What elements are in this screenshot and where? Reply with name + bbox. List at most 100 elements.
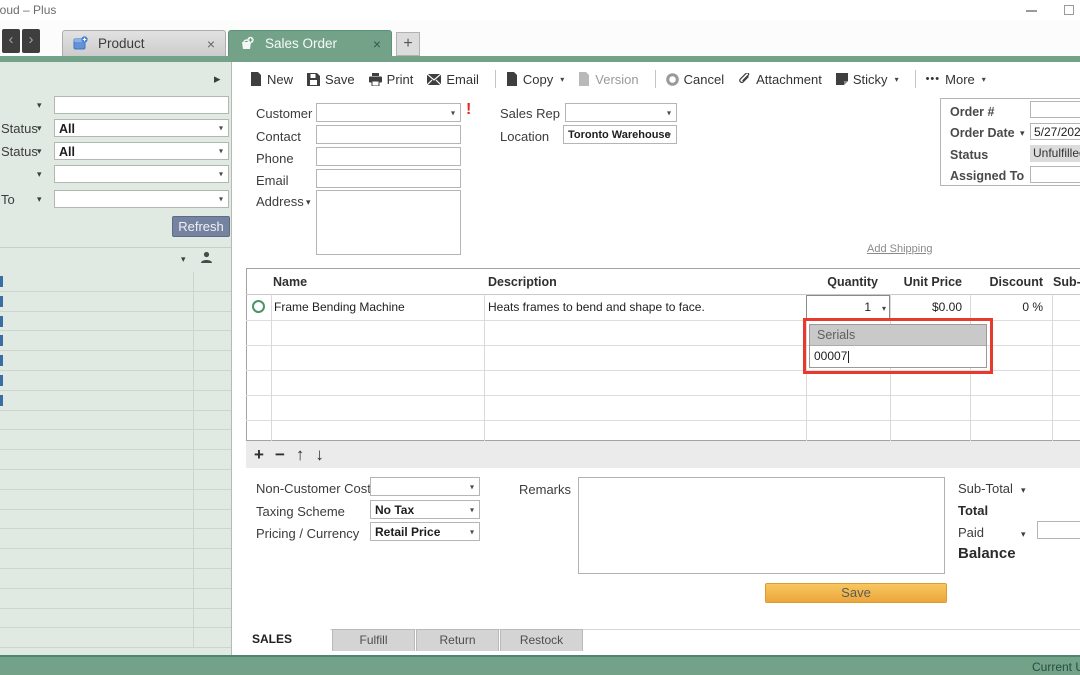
item-unit-price[interactable]: $0.00 — [890, 300, 962, 314]
tab-sales-order-close-icon[interactable]: × — [373, 36, 381, 52]
list-item[interactable] — [0, 371, 231, 391]
filter-assigned-to-select[interactable]: ▾ — [54, 190, 229, 208]
customer-select[interactable]: ▾ — [316, 103, 461, 122]
list-item[interactable] — [0, 411, 231, 431]
list-item[interactable] — [0, 351, 231, 371]
save-order-button[interactable]: Save — [765, 583, 947, 603]
add-shipping-link[interactable]: Add Shipping — [867, 243, 932, 255]
chevron-down-icon: ▾ — [451, 108, 455, 117]
filter-status-select-1[interactable]: All▾ — [54, 119, 229, 137]
tab-return[interactable]: Return — [416, 629, 499, 651]
order-date-arrow[interactable]: ▾ — [1020, 128, 1025, 139]
filter-type-arrow-3[interactable]: ▾ — [37, 146, 42, 157]
filter-type-arrow-2[interactable]: ▾ — [37, 123, 42, 134]
filter-label-to: To — [1, 192, 15, 207]
serial-number-input[interactable]: 00007 — [810, 346, 986, 367]
list-item[interactable] — [0, 569, 231, 589]
list-item[interactable] — [0, 450, 231, 470]
person-icon[interactable] — [200, 251, 213, 264]
list-item[interactable] — [0, 331, 231, 351]
list-item[interactable] — [0, 272, 231, 292]
list-item[interactable] — [0, 490, 231, 510]
filter-type-arrow-1[interactable]: ▾ — [37, 100, 42, 111]
list-item[interactable] — [0, 529, 231, 549]
nav-back-button[interactable]: ‹ — [2, 29, 20, 53]
list-item[interactable] — [0, 549, 231, 569]
tab-product-close-icon[interactable]: × — [207, 36, 215, 52]
tab-product[interactable]: Product × — [62, 30, 226, 56]
move-row-up-button[interactable]: ↑ — [296, 446, 305, 463]
item-discount[interactable]: 0 % — [970, 300, 1043, 314]
version-button[interactable]: Version — [578, 72, 638, 87]
paid-input[interactable] — [1037, 521, 1080, 539]
filter-status-select-2[interactable]: All▾ — [54, 142, 229, 160]
address-label: Address — [256, 194, 304, 209]
move-row-down-button[interactable]: ↓ — [315, 446, 324, 463]
new-button[interactable]: New — [250, 72, 293, 87]
non-customer-costs-select[interactable]: ▾ — [370, 477, 480, 496]
chevron-down-icon[interactable]: ▾ — [882, 304, 886, 313]
address-type-arrow[interactable]: ▾ — [306, 197, 311, 208]
chevron-down-icon: ▾ — [219, 195, 223, 204]
chevron-down-icon: ▾ — [219, 147, 223, 156]
minimize-icon[interactable] — [1026, 10, 1037, 12]
chevron-down-icon[interactable]: ▾ — [895, 75, 899, 84]
contact-input[interactable] — [316, 125, 461, 144]
tab-fulfill[interactable]: Fulfill — [332, 629, 415, 651]
restore-icon[interactable] — [1064, 5, 1074, 15]
list-item[interactable] — [0, 609, 231, 629]
chevron-down-icon: ▾ — [667, 130, 671, 139]
assigned-to-input[interactable] — [1030, 166, 1080, 183]
list-item[interactable] — [0, 510, 231, 530]
more-button[interactable]: ••• More ▾ — [926, 72, 986, 87]
item-name[interactable]: Frame Bending Machine — [274, 300, 405, 314]
list-item[interactable] — [0, 312, 231, 332]
list-item[interactable] — [0, 628, 231, 648]
order-number-input[interactable] — [1030, 101, 1080, 118]
quantity-editor[interactable]: 1 ▾ — [806, 295, 890, 319]
list-item[interactable] — [0, 292, 231, 312]
nav-forward-button[interactable]: › — [22, 29, 40, 53]
sort-arrow-icon[interactable]: ▾ — [181, 254, 186, 265]
sidebar-collapse-icon[interactable]: ▸ — [214, 71, 221, 87]
filter-search-input[interactable] — [54, 96, 229, 114]
sales-rep-select[interactable]: ▾ — [565, 103, 677, 122]
list-item[interactable] — [0, 391, 231, 411]
filter-type-arrow-4[interactable]: ▾ — [37, 169, 42, 180]
row-selector-icon[interactable] — [252, 300, 265, 313]
list-item[interactable] — [0, 430, 231, 450]
print-button[interactable]: Print — [369, 72, 414, 87]
paid-arrow[interactable]: ▾ — [1021, 529, 1026, 540]
toolbar-separator — [655, 70, 656, 88]
order-date-input[interactable]: 5/27/2021 — [1030, 123, 1080, 140]
remarks-textarea[interactable] — [578, 477, 945, 574]
new-tab-button[interactable]: + — [396, 32, 420, 56]
refresh-button[interactable]: Refresh — [172, 216, 230, 237]
taxing-scheme-label: Taxing Scheme — [256, 504, 345, 519]
list-item[interactable] — [0, 470, 231, 490]
email-input[interactable] — [316, 169, 461, 188]
email-button[interactable]: Email — [427, 72, 479, 87]
sticky-button[interactable]: Sticky ▾ — [836, 72, 899, 87]
chevron-down-icon[interactable]: ▾ — [560, 75, 564, 84]
address-textarea[interactable] — [316, 190, 461, 255]
add-row-button[interactable]: + — [254, 446, 264, 463]
item-description[interactable]: Heats frames to bend and shape to face. — [488, 300, 705, 314]
save-button[interactable]: Save — [307, 72, 355, 87]
list-item[interactable] — [0, 589, 231, 609]
location-select[interactable]: Toronto Warehouse ▾ — [563, 125, 677, 144]
tab-sales-order[interactable]: Sales Order × — [228, 30, 392, 56]
taxing-scheme-select[interactable]: No Tax ▾ — [370, 500, 480, 519]
filter-select-3[interactable]: ▾ — [54, 165, 229, 183]
phone-input[interactable] — [316, 147, 461, 166]
filter-type-arrow-5[interactable]: ▾ — [37, 194, 42, 205]
tab-restock[interactable]: Restock — [500, 629, 583, 651]
copy-button[interactable]: Copy ▾ — [506, 72, 564, 87]
pricing-currency-select[interactable]: Retail Price ▾ — [370, 522, 480, 541]
attachment-button[interactable]: Attachment — [738, 72, 822, 87]
remove-row-button[interactable]: − — [275, 446, 285, 463]
sub-total-arrow[interactable]: ▾ — [1021, 485, 1026, 496]
chevron-down-icon[interactable]: ▾ — [982, 75, 986, 84]
cancel-button[interactable]: Cancel — [666, 72, 724, 87]
tab-sales[interactable]: SALES — [246, 629, 330, 651]
